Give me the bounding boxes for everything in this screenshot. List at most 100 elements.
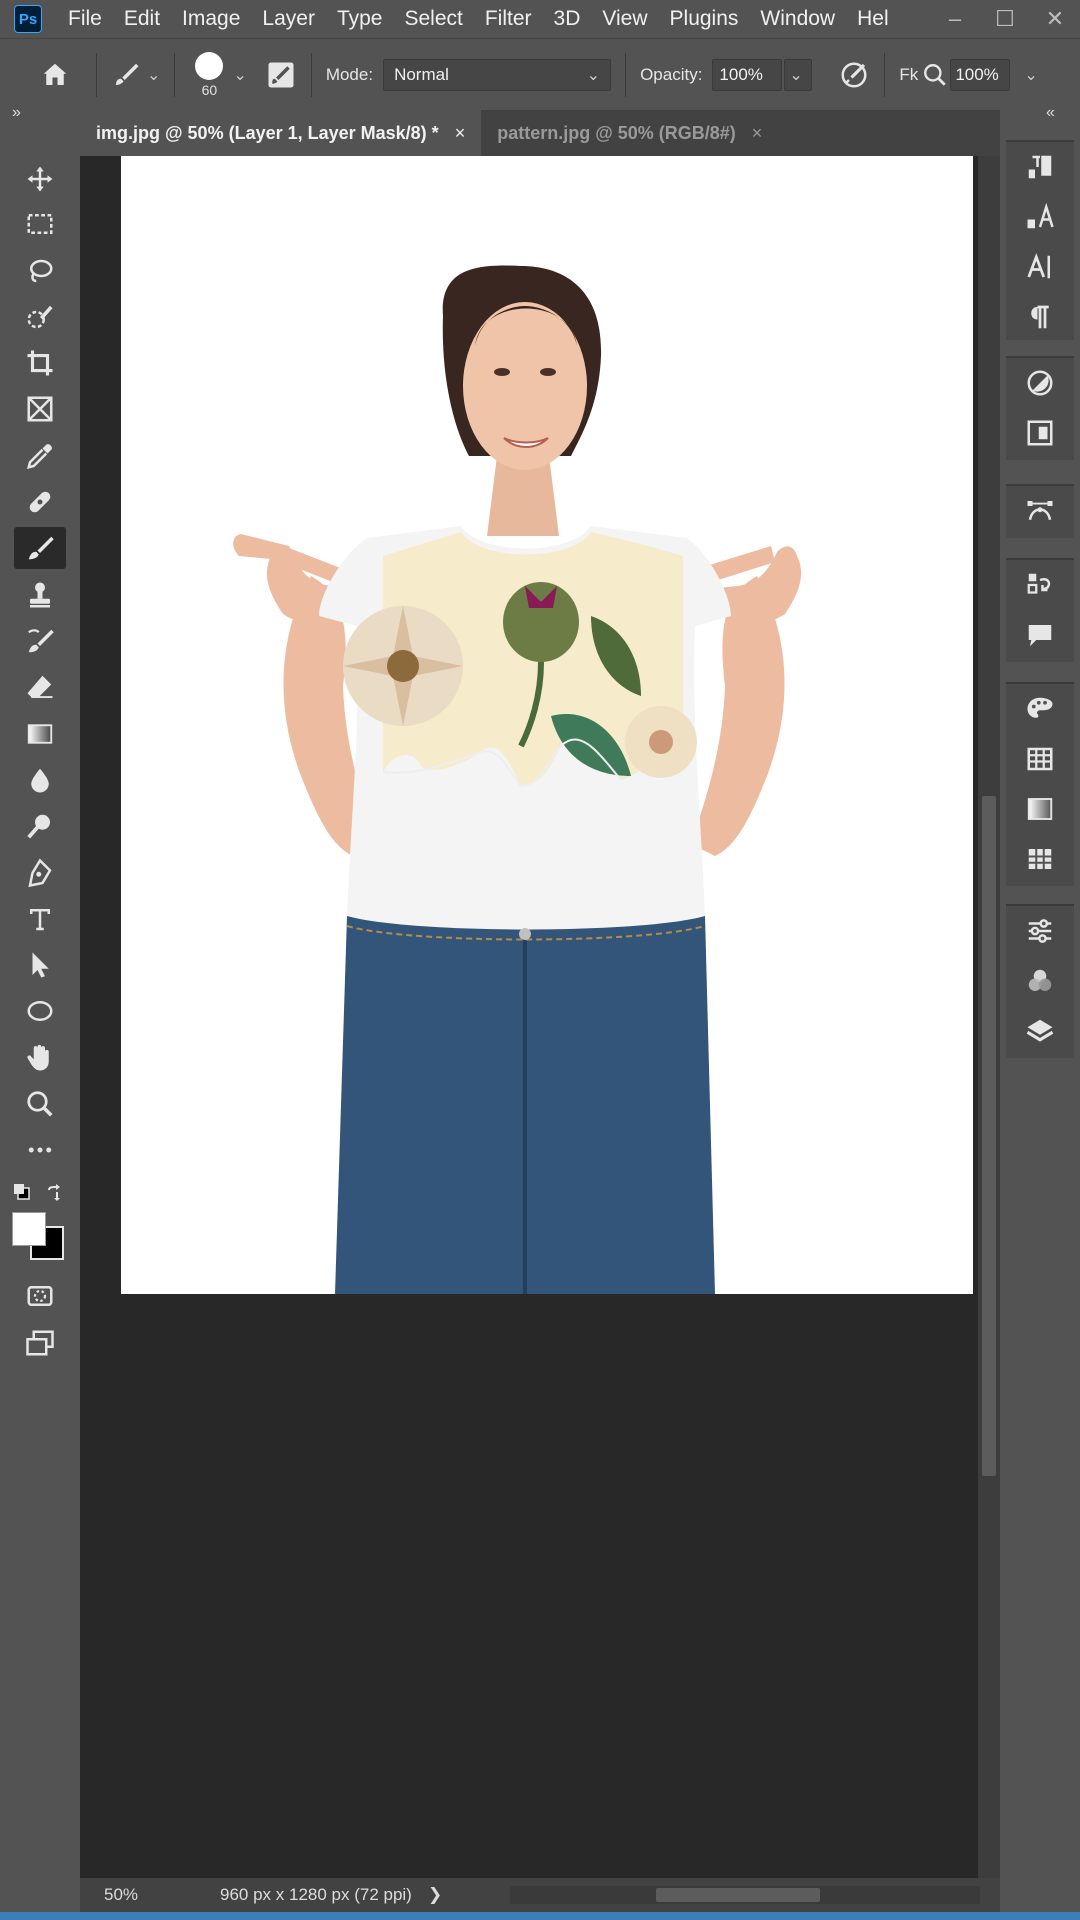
clone-stamp-tool[interactable]: [14, 574, 66, 616]
adjustments-button[interactable]: [1006, 358, 1074, 408]
menu-window[interactable]: Window: [760, 7, 835, 31]
magnifier-icon: [27, 1091, 53, 1117]
menu-plugins[interactable]: Plugins: [670, 7, 739, 31]
photoshop-logo: Ps: [14, 5, 42, 33]
edit-toolbar-button[interactable]: [14, 1129, 66, 1171]
opacity-dropdown[interactable]: ⌄: [784, 58, 813, 91]
pen-tool[interactable]: [14, 852, 66, 894]
healing-brush-tool[interactable]: [14, 481, 66, 523]
menu-3d[interactable]: 3D: [554, 7, 581, 31]
pressure-opacity-toggle[interactable]: [838, 59, 870, 91]
chevron-down-icon[interactable]: ⌄: [233, 65, 246, 85]
hand-icon: [27, 1044, 49, 1071]
eyedropper-tool[interactable]: [14, 435, 66, 477]
hand-tool[interactable]: [14, 1037, 66, 1079]
blur-tool[interactable]: [14, 759, 66, 801]
tab-pattern-jpg[interactable]: pattern.jpg @ 50% (RGB/8#) ×: [481, 110, 779, 156]
brush-settings-button[interactable]: [265, 59, 297, 91]
gradient-tool[interactable]: [14, 713, 66, 755]
foreground-color-swatch[interactable]: [12, 1212, 46, 1246]
menu-file[interactable]: File: [68, 7, 102, 31]
menu-layer[interactable]: Layer: [262, 7, 315, 31]
history-brush-icon: [28, 629, 54, 653]
home-button[interactable]: [28, 48, 82, 102]
close-tab-icon[interactable]: ×: [455, 123, 466, 144]
zoom-tool[interactable]: [14, 1083, 66, 1125]
horizontal-scroll-thumb[interactable]: [656, 1888, 820, 1902]
blend-mode-select[interactable]: Normal ⌄: [383, 58, 612, 91]
path-selection-tool[interactable]: [14, 944, 66, 986]
channels-button[interactable]: [1006, 956, 1074, 1006]
menu-edit[interactable]: Edit: [124, 7, 160, 31]
swatches-button[interactable]: [1006, 734, 1074, 784]
vertical-scroll-thumb[interactable]: [982, 796, 996, 1476]
brush-settings-icon: [268, 62, 294, 87]
menu-select[interactable]: Select: [404, 7, 462, 31]
channels-icon: [1028, 969, 1052, 991]
properties-button[interactable]: [1006, 906, 1074, 956]
vertical-scrollbar[interactable]: [978, 156, 1000, 1878]
quick-mask-button[interactable]: [14, 1275, 66, 1317]
canvas-area[interactable]: [80, 156, 978, 1878]
history-button[interactable]: [1006, 560, 1074, 610]
close-tab-icon[interactable]: ×: [752, 123, 763, 144]
panel-group-paths: [1006, 484, 1074, 538]
frame-tool[interactable]: [14, 388, 66, 430]
close-window-button[interactable]: ✕: [1030, 0, 1080, 38]
window-controls: – ☐ ✕: [930, 0, 1080, 38]
color-button[interactable]: [1006, 684, 1074, 734]
character-button[interactable]: [1006, 242, 1074, 292]
eraser-tool[interactable]: [14, 666, 66, 708]
menu-filter[interactable]: Filter: [485, 7, 532, 31]
lasso-tool[interactable]: [14, 250, 66, 292]
brush-preset-picker[interactable]: ⌄: [111, 60, 160, 90]
comments-button[interactable]: [1006, 610, 1074, 660]
swap-colors-button[interactable]: [44, 1182, 64, 1202]
tab-img-jpg[interactable]: img.jpg @ 50% (Layer 1, Layer Mask/8) * …: [80, 110, 482, 156]
mode-label: Mode:: [325, 64, 374, 84]
status-menu-arrow[interactable]: ❯: [428, 1885, 442, 1905]
chevron-down-icon[interactable]: ⌄: [1024, 65, 1037, 85]
navigator-button[interactable]: [1006, 408, 1074, 458]
gradients-button[interactable]: [1006, 784, 1074, 834]
menu-image[interactable]: Image: [182, 7, 240, 31]
ellipse-tool[interactable]: [14, 990, 66, 1032]
document-canvas[interactable]: [121, 156, 973, 1294]
move-tool[interactable]: [14, 158, 66, 200]
collapse-panels-toggle[interactable]: «: [1046, 104, 1055, 122]
pilcrow-icon: [1031, 305, 1049, 329]
home-icon: [43, 63, 67, 85]
brush-size-picker[interactable]: 60: [195, 51, 224, 98]
quick-selection-icon: [27, 305, 53, 329]
maximize-button[interactable]: ☐: [980, 0, 1030, 38]
divider: [310, 52, 312, 97]
character-styles-button[interactable]: [1006, 192, 1074, 242]
layers-button[interactable]: [1006, 1006, 1074, 1056]
dodge-tool[interactable]: [14, 805, 66, 847]
type-tool[interactable]: [14, 898, 66, 940]
expand-panel-toggle[interactable]: »: [12, 104, 21, 122]
default-colors-icon: [14, 1184, 30, 1200]
marquee-tool[interactable]: [14, 203, 66, 245]
history-brush-tool[interactable]: [14, 620, 66, 662]
crop-tool[interactable]: [14, 342, 66, 384]
paragraph-styles-button[interactable]: [1006, 142, 1074, 192]
pattern-grid-icon: [1028, 849, 1052, 869]
zoom-input[interactable]: 100%: [950, 58, 1011, 91]
default-colors-button[interactable]: [12, 1182, 32, 1202]
paragraph-button[interactable]: [1006, 292, 1074, 342]
menu-view[interactable]: View: [602, 7, 647, 31]
quick-selection-tool[interactable]: [14, 296, 66, 338]
screen-mode-button[interactable]: [14, 1322, 66, 1364]
opacity-input[interactable]: 100%: [712, 58, 783, 91]
horizontal-scrollbar[interactable]: [510, 1886, 980, 1904]
paths-button[interactable]: [1006, 486, 1074, 536]
brush-tool[interactable]: [14, 527, 66, 569]
patterns-button[interactable]: [1006, 834, 1074, 884]
swatches-grid-icon: [1027, 747, 1053, 771]
menu-type[interactable]: Type: [337, 7, 383, 31]
minimize-button[interactable]: –: [930, 0, 980, 38]
status-zoom[interactable]: 50%: [80, 1885, 168, 1905]
menu-bar: Ps File Edit Image Layer Type Select Fil…: [0, 0, 1080, 38]
menu-help[interactable]: Hel: [857, 7, 889, 31]
